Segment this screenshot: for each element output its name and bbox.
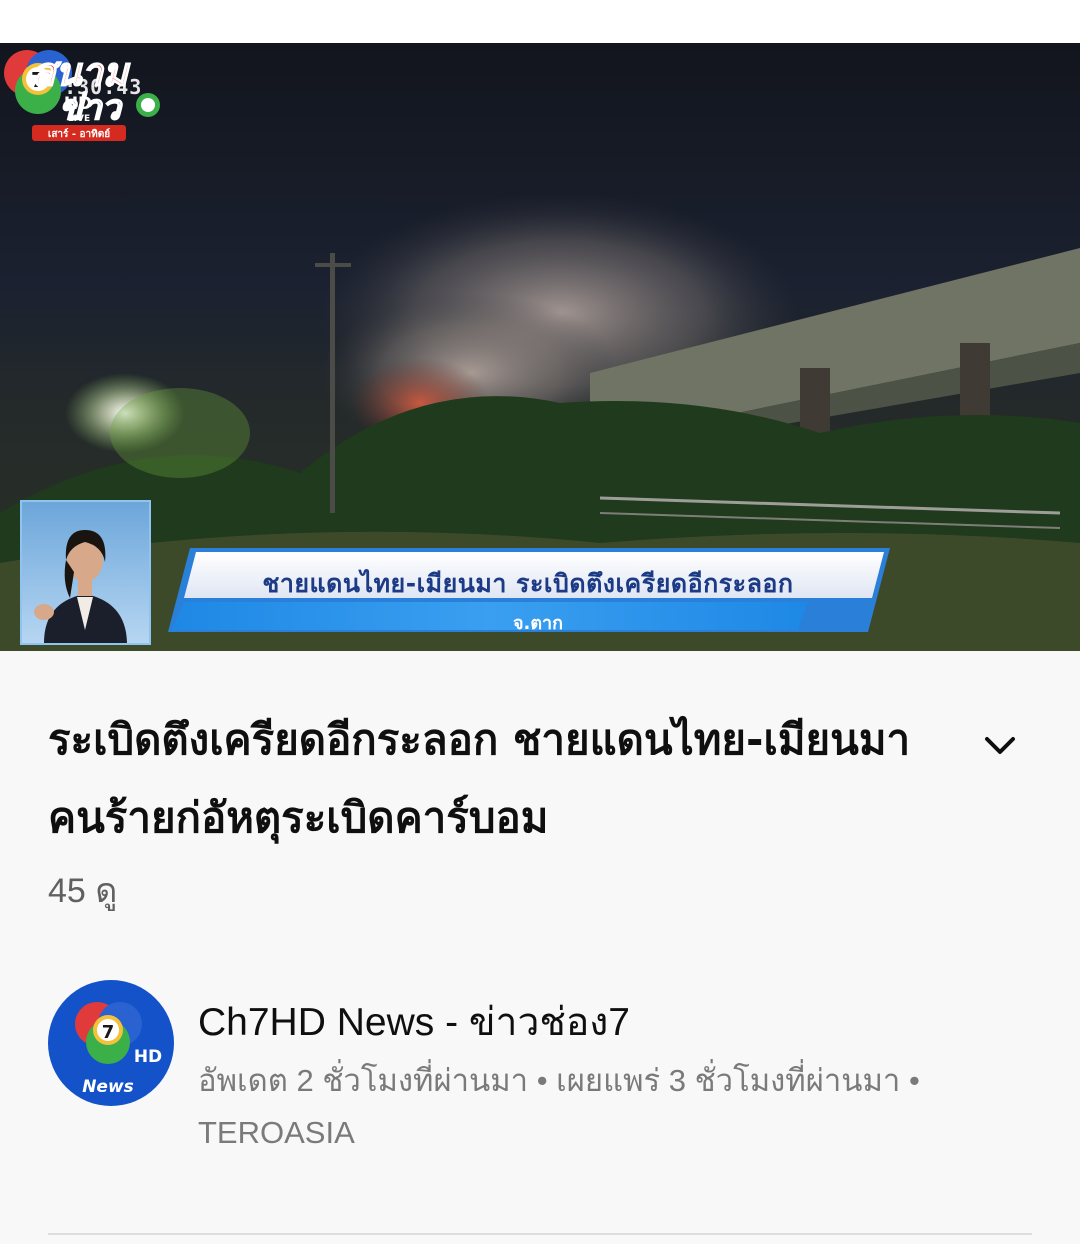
channel-avatar[interactable]: 7 HD News [48, 980, 174, 1106]
expand-description-button[interactable] [968, 713, 1032, 777]
svg-text:เสาร์ - อาทิตย์: เสาร์ - อาทิตย์ [48, 128, 110, 140]
interpreter-figure [34, 530, 127, 643]
svg-text:HD: HD [134, 1047, 162, 1067]
view-count: 45 ดู [48, 872, 118, 910]
news-ticker: ชายแดนไทย-เมียนมา ระเบิดตึงเครียดอีกระลอ… [168, 546, 890, 634]
svg-text:ข่าว: ข่าว [59, 88, 123, 128]
video-title[interactable]: ระเบิดตึงเครียดอีกระลอก ชายแดนไทย-เมียนม… [48, 701, 928, 857]
program-logo: สนาม ข่าว เสาร์ - อาทิตย์ [31, 49, 160, 141]
video-info-panel: ระเบิดตึงเครียดอีกระลอก ชายแดนไทย-เมียนม… [0, 651, 1080, 1244]
svg-text:7: 7 [102, 1022, 115, 1043]
section-divider [48, 1233, 1032, 1235]
svg-text:News: News [82, 1077, 134, 1097]
status-bar-area [0, 0, 1080, 43]
sign-language-interpreter [20, 500, 151, 645]
chevron-down-icon [985, 737, 1015, 754]
ticker-location: จ.ตาก [512, 613, 564, 634]
channel-name[interactable]: Ch7HD News - ข่าวช่อง7 [198, 991, 630, 1053]
video-player[interactable]: 05:30:43 7 HD LIVE ชายแดนไทย-เมียนมา ระเ… [0, 43, 1080, 651]
ticker-headline: ชายแดนไทย-เมียนมา ระเบิดตึงเครียดอีกระลอ… [262, 569, 794, 598]
video-metadata: อัพเดต 2 ชั่วโมงที่ผ่านมา • เผยแพร่ 3 ชั… [198, 1063, 920, 1150]
